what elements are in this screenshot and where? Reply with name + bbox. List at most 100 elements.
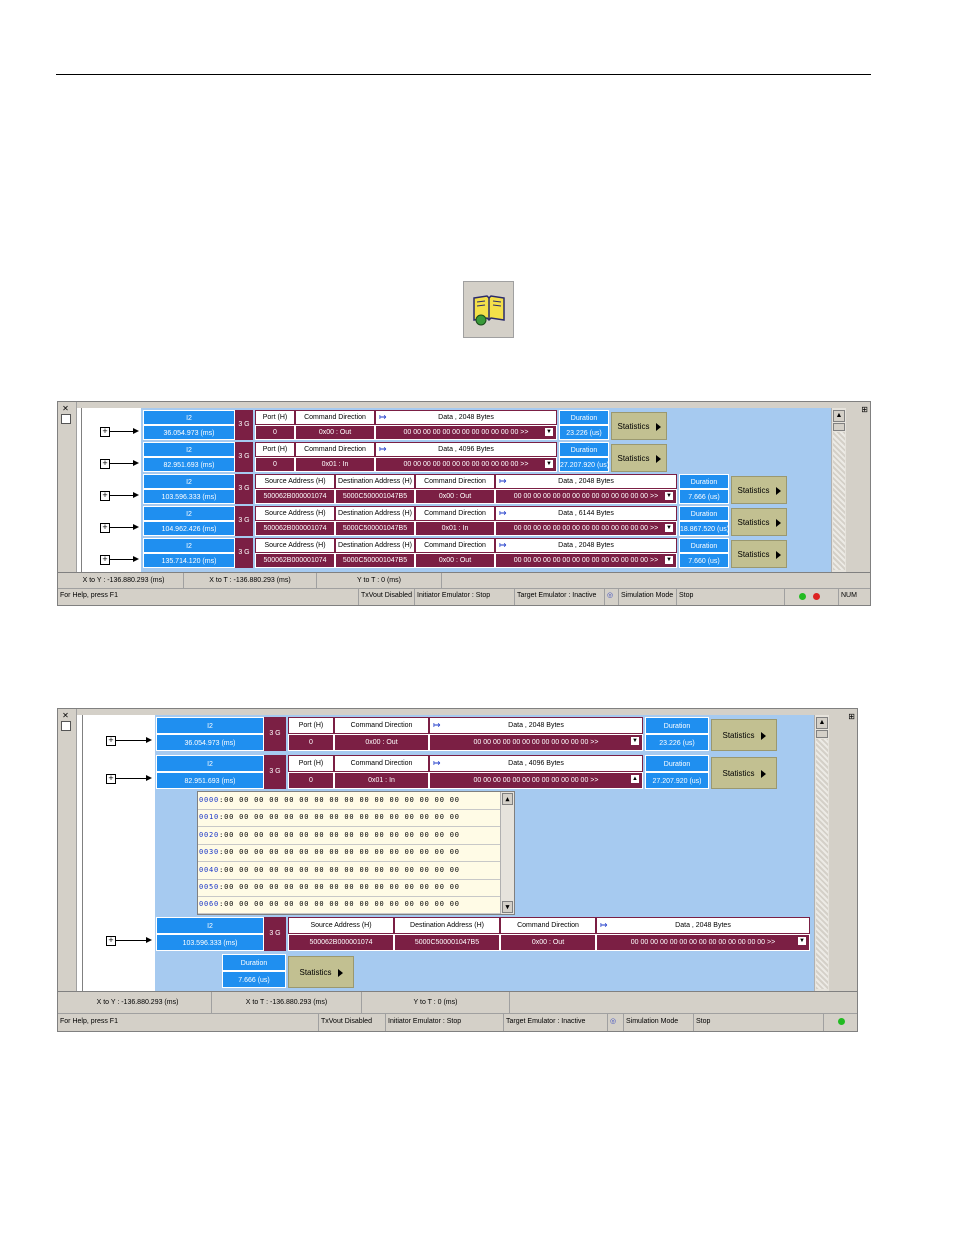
destination-address-header: Destination Address (H) [335,474,415,489]
red-status-icon [813,593,820,600]
frame-row: + I2 82.951.693 (ms) 3 G Port (H) 0 Command Di… [58,755,857,789]
link-rate-badge: 3 G [264,917,286,951]
hex-offset: 0000 [199,796,220,804]
toolbar-view-data-button[interactable] [463,281,514,338]
direction-arrow-icon: ↦ [379,444,387,454]
hex-scroll-up-icon[interactable]: ▲ [502,793,513,805]
frame-type-label: I2 [143,410,235,425]
source-address-header: Source Address (H) [288,917,394,934]
data-value[interactable]: 00 00 00 00 00 00 00 00 00 00 00 00 >> ▼ [375,425,557,440]
hex-dump-panel[interactable]: 0000:00 00 00 00 00 00 00 00 00 00 00 00… [197,791,515,915]
data-header: ↦ Data , 6144 Bytes [495,506,677,521]
command-direction-value: 0x00 : Out [334,734,429,751]
statistics-label: Statistics [722,769,755,778]
link-rate-badge: 3 G [264,755,286,789]
data-value[interactable]: 00 00 00 00 00 00 00 00 00 00 00 00 00 0… [495,489,677,504]
hex-offset: 0060 [199,900,220,909]
direction-arrow-icon: ↦ [379,412,387,422]
hex-row: 0030:00 00 00 00 00 00 00 00 00 00 00 00… [198,844,501,863]
duration-header: Duration [679,474,729,489]
play-arrow-icon [655,454,661,463]
statistics-button[interactable]: Statistics [288,956,354,988]
statistics-button[interactable]: Statistics [731,476,787,504]
direction-arrow-icon: ↦ [499,540,507,550]
expand-toggle-icon[interactable]: + [106,736,116,746]
hex-scrollbar[interactable]: ▲ ▼ [500,792,514,914]
port-header: Port (H) [288,755,334,772]
expand-toggle-icon[interactable]: + [100,427,110,437]
statistics-button[interactable]: Statistics [711,719,777,751]
direction-arrow-icon: ↦ [433,720,441,730]
hex-bytes: :00 00 00 00 00 00 00 00 00 00 00 00 00 … [219,900,460,909]
duration-header: Duration [559,442,609,457]
frame-type-label: I2 [143,442,235,457]
source-address-value: 500062B000001074 [255,553,335,568]
source-address-value: 500062B000001074 [255,489,335,504]
data-header: ↦ Data , 2048 Bytes [375,410,557,425]
frame-timestamp: 82.951.693 (ms) [156,772,264,789]
data-value[interactable]: 00 00 00 00 00 00 00 00 00 00 00 00 >> ▼ [429,734,643,751]
collapse-dropdown-icon[interactable]: ▲ [631,775,639,783]
frame-timestamp: 36.054.973 (ms) [156,734,264,751]
status-sim-icon: ◎ [604,589,618,605]
hex-offset: 0020 [199,830,220,839]
duration-value: 18.867.520 (us) [679,521,729,536]
command-direction-value: 0x00 : Out [415,553,495,568]
data-bytes-text: 00 00 00 00 00 00 00 00 00 00 00 00 >> [473,777,599,784]
expand-toggle-icon[interactable]: + [100,555,110,565]
data-value[interactable]: 00 00 00 00 00 00 00 00 00 00 00 00 00 0… [495,553,677,568]
expand-toggle-icon[interactable]: + [100,523,110,533]
data-size-label: Data , 2048 Bytes [675,922,731,929]
dropdown-arrow-icon[interactable]: ▼ [665,524,673,532]
dropdown-arrow-icon[interactable]: ▼ [665,492,673,500]
dropdown-arrow-icon[interactable]: ▼ [798,937,806,945]
statistics-button[interactable]: Statistics [611,444,667,472]
hex-bytes: :00 00 00 00 00 00 00 00 00 00 00 00 00 … [219,796,460,804]
duration-header: Duration [222,954,286,971]
expand-toggle-icon[interactable]: + [106,774,116,784]
port-header: Port (H) [288,717,334,734]
frame-type-label: I2 [156,917,264,934]
duration-value: 7.666 (us) [222,971,286,988]
expand-toggle-icon[interactable]: + [100,459,110,469]
statistics-button[interactable]: Statistics [711,757,777,789]
hex-bytes: :00 00 00 00 00 00 00 00 00 00 00 00 00 … [219,883,460,891]
dropdown-arrow-icon[interactable]: ▼ [665,556,673,564]
statistics-button[interactable]: Statistics [611,412,667,440]
frame-type-label: I2 [156,755,264,772]
data-value[interactable]: 00 00 00 00 00 00 00 00 00 00 00 00 >> ▲ [429,772,643,789]
data-value[interactable]: 00 00 00 00 00 00 00 00 00 00 00 00 00 0… [495,521,677,536]
statistics-label: Statistics [722,731,755,740]
expand-toggle-icon[interactable]: + [100,491,110,501]
play-arrow-icon [775,486,781,495]
frame-row: + I2 36.054.973 (ms) 3 G Port (H) 0 Command Di… [58,410,870,442]
statistics-button[interactable]: Statistics [731,508,787,536]
expand-toggle-icon[interactable]: + [106,936,116,946]
frame-timestamp: 36.054.973 (ms) [143,425,235,440]
dropdown-arrow-icon[interactable]: ▼ [545,428,553,436]
data-bytes-text: 00 00 00 00 00 00 00 00 00 00 00 00 00 0… [630,939,776,946]
data-value[interactable]: 00 00 00 00 00 00 00 00 00 00 00 00 >> ▼ [375,457,557,472]
statistics-button[interactable]: Statistics [731,540,787,568]
frame-type-label: I2 [143,474,235,489]
link-arrow-icon [110,428,139,434]
statistics-label: Statistics [617,422,650,431]
dropdown-arrow-icon[interactable]: ▼ [631,737,639,745]
dropdown-arrow-icon[interactable]: ▼ [545,460,553,468]
play-arrow-icon [337,968,343,977]
duration-value: 23.226 (us) [559,425,609,440]
status-sim-state: Stop [676,589,784,605]
hex-offset: 0010 [199,813,220,822]
data-bytes-text: 00 00 00 00 00 00 00 00 00 00 00 00 00 0… [513,493,659,500]
frame-type-label: I2 [143,538,235,553]
hex-row: 0000:00 00 00 00 00 00 00 00 00 00 00 00… [198,792,501,810]
port-value: 0 [255,457,295,472]
hex-bytes: :00 00 00 00 00 00 00 00 00 00 00 00 00 … [219,848,460,857]
frame-type-label: I2 [156,717,264,734]
source-address-value: 500062B000001074 [255,521,335,536]
hex-bytes: :00 00 00 00 00 00 00 00 00 00 00 00 00 … [219,865,460,874]
data-bytes-text: 00 00 00 00 00 00 00 00 00 00 00 00 00 0… [513,557,659,564]
command-direction-header: Command Direction [415,506,495,521]
hex-scroll-down-icon[interactable]: ▼ [502,901,513,913]
data-value[interactable]: 00 00 00 00 00 00 00 00 00 00 00 00 00 0… [596,934,810,951]
